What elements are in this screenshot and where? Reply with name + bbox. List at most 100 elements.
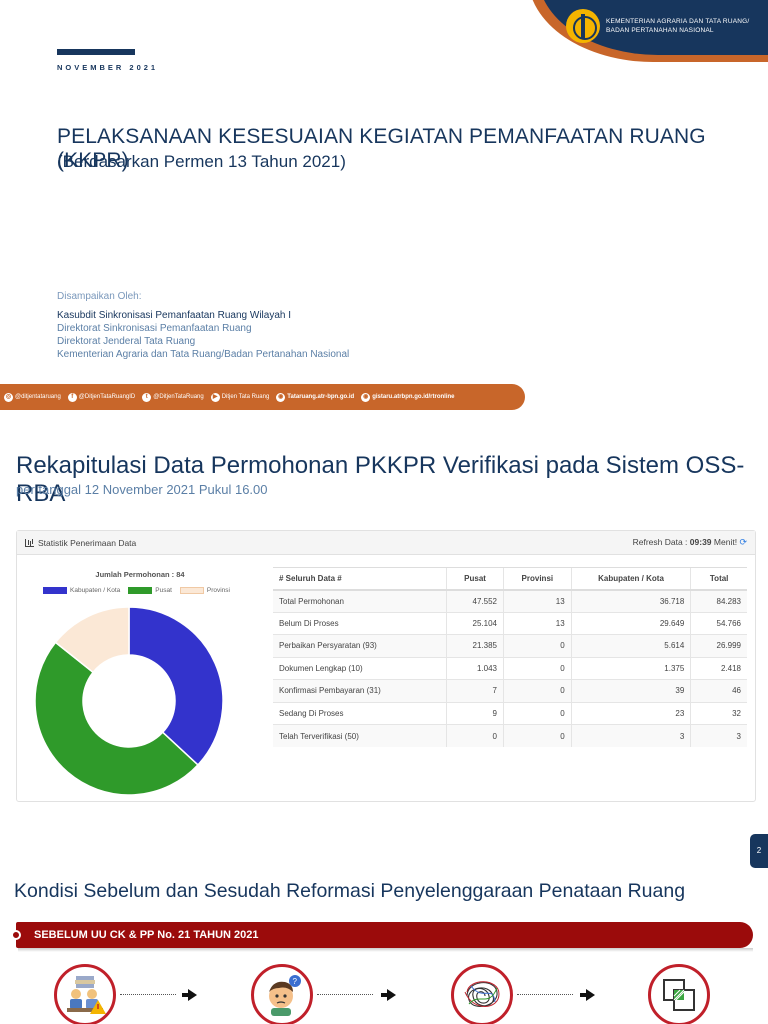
- table-cell: 0: [503, 679, 572, 702]
- reform-slide: Kondisi Sebelum dan Sesudah Reformasi Pe…: [0, 868, 768, 1024]
- table-cell: 0: [503, 634, 572, 657]
- svg-text:?: ?: [293, 977, 298, 986]
- table-row: Dokumen Lengkap (10) 1.043 0 1.375 2.418: [273, 656, 747, 680]
- logo-text-line2: BADAN PERTANAHAN NASIONAL: [606, 27, 714, 34]
- donut-svg: [35, 606, 224, 796]
- before-banner: SEBELUM UU CK & PP No. 21 TAHUN 2021: [11, 922, 753, 948]
- statistics-panel: Statistik Penerimaan Data Refresh Data :…: [16, 530, 756, 802]
- table-cell: 5.614: [570, 634, 691, 657]
- presentation-date: NOVEMBER 2021: [57, 63, 159, 72]
- ministry-logo-block: KEMENTERIAN AGRARIA DAN TATA RUANG/ BADA…: [538, 0, 768, 52]
- bar-chart-icon: [25, 538, 34, 547]
- table-row: Telah Terverifikasi (50) 0 0 3 3: [273, 724, 747, 747]
- data-table: # Seluruh Data # Pusat Provinsi Kabupate…: [273, 567, 747, 747]
- confused-person-icon: ?: [251, 964, 313, 1024]
- overlapping-squares-icon: [648, 964, 710, 1024]
- table-cell: 54.766: [690, 611, 747, 635]
- banner-shadow: [18, 948, 753, 952]
- social-text: Ditjen Tata Ruang: [221, 394, 270, 400]
- social-text: gistaru.atrbpn.go.id/rtronline: [372, 394, 455, 400]
- table-row: Konfirmasi Pembayaran (31) 7 0 39 46: [273, 679, 747, 702]
- table-header-row: # Seluruh Data # Pusat Provinsi Kabupate…: [273, 567, 747, 591]
- table-cell: 23: [570, 701, 691, 725]
- social-text: @DitjenTataRuang: [153, 394, 204, 400]
- table-row: Perbaikan Persyaratan (93) 21.385 0 5.614 26…: [273, 634, 747, 657]
- social-media-bar: ◎ @ditjentataruang f @DitjenTataRuangID t @…: [0, 384, 525, 410]
- table-cell: 7: [446, 679, 504, 702]
- row-label: Konfirmasi Pembayaran (31): [273, 679, 447, 702]
- social-facebook[interactable]: f @DitjenTataRuangID: [67, 392, 136, 402]
- presenter-line: Direktorat Jenderal Tata Ruang: [57, 336, 196, 347]
- cover-slide: KEMENTERIAN AGRARIA DAN TATA RUANG/ BADA…: [0, 0, 768, 412]
- column-header: # Seluruh Data #: [273, 567, 447, 591]
- refresh-label: Refresh Data :: [632, 537, 688, 547]
- banner-dot: [11, 930, 21, 940]
- workers-paperwork-icon: [54, 964, 116, 1024]
- twitter-icon: t: [142, 392, 152, 402]
- table-cell: 0: [503, 701, 572, 725]
- recap-slide: Rekapitulasi Data Permohonan PKKPR Verif…: [0, 440, 768, 868]
- row-label: Perbaikan Persyaratan (93): [273, 634, 447, 657]
- table-cell: 39: [570, 679, 691, 702]
- presenter-block: Disampaikan Oleh: Kasubdit Sinkronisasi …: [57, 290, 349, 361]
- presenter-line: Kementerian Agraria dan Tata Ruang/Badan…: [57, 349, 350, 360]
- recap-subtitle: per tanggal 12 November 2021 Pukul 16.00: [16, 482, 268, 497]
- flow-connector: [317, 994, 373, 995]
- table-cell: 9: [446, 701, 504, 725]
- social-youtube[interactable]: ▶ Ditjen Tata Ruang: [210, 392, 270, 402]
- table-row: Total Permohonan 47.552 13 36.718 84.283: [273, 589, 747, 612]
- cover-subtitle: (Berdasarkan Permen 13 Tahun 2021): [57, 152, 346, 171]
- presenter-line: Kasubdit Sinkronisasi Pemanfaatan Ruang …: [57, 310, 292, 321]
- panel-header: Statistik Penerimaan Data Refresh Data :…: [17, 531, 755, 555]
- table-row: Belum Di Proses 25.104 13 29.649 54.766: [273, 611, 747, 635]
- social-instagram[interactable]: ◎ @ditjentataruang: [4, 392, 61, 402]
- social-text: @DitjenTataRuangID: [78, 394, 136, 400]
- web-icon: ◉: [361, 392, 371, 402]
- table-cell: 0: [503, 724, 572, 747]
- column-header: Provinsi: [503, 567, 572, 591]
- table-cell: 21.385: [446, 634, 504, 657]
- table-cell: 3: [570, 724, 691, 747]
- row-label: Sedang Di Proses: [273, 701, 447, 725]
- social-twitter[interactable]: t @DitjenTataRuang: [142, 392, 204, 402]
- column-header: Kabupaten / Kota: [570, 567, 691, 591]
- web-icon: ◉: [276, 392, 286, 402]
- table-cell: 1.375: [570, 656, 691, 680]
- donut-chart: Jumlah Permohonan : 84 Kabupaten / Kota P…: [35, 567, 250, 797]
- table-cell: 47.552: [446, 589, 504, 612]
- flow-connector: [120, 994, 176, 995]
- row-label: Dokumen Lengkap (10): [273, 656, 447, 680]
- table-cell: 0: [446, 724, 504, 747]
- tangled-scribble-icon: [451, 964, 513, 1024]
- reform-title: Kondisi Sebelum dan Sesudah Reformasi Pe…: [14, 880, 686, 902]
- table-cell: 46: [690, 679, 747, 702]
- flow-connector: [517, 994, 573, 995]
- table-cell: 13: [503, 589, 572, 612]
- table-cell: 36.718: [570, 589, 691, 612]
- table-cell: 1.043: [446, 656, 504, 680]
- ministry-logo-icon: [566, 9, 600, 43]
- social-website[interactable]: ◉ Tataruang.atr-bpn.go.id: [276, 392, 354, 402]
- ministry-logo-text: KEMENTERIAN AGRARIA DAN TATA RUANG/ BADA…: [606, 17, 749, 35]
- refresh-icon[interactable]: ⟳: [739, 537, 747, 547]
- table-cell: 25.104: [446, 611, 504, 635]
- facebook-icon: f: [67, 392, 77, 402]
- table-cell: 29.649: [570, 611, 691, 635]
- table-cell: 2.418: [690, 656, 747, 680]
- row-label: Total Permohonan: [273, 589, 447, 612]
- table-cell: 32: [690, 701, 747, 725]
- presenter-line: Direktorat Sinkronisasi Pemanfaatan Ruan…: [57, 323, 252, 334]
- page-number-badge: 2: [750, 834, 768, 868]
- refresh-indicator[interactable]: Refresh Data : 09:39 Menit! ⟳: [633, 537, 747, 548]
- row-label: Telah Terverifikasi (50): [273, 724, 447, 747]
- column-header: Total: [690, 567, 747, 591]
- flow-arrow-icon: [182, 989, 197, 1001]
- row-label: Belum Di Proses: [273, 611, 447, 635]
- social-website[interactable]: ◉ gistaru.atrbpn.go.id/rtronline: [361, 392, 455, 402]
- panel-title: Statistik Penerimaan Data: [38, 537, 137, 548]
- donut-slice-kabupaten-kota[interactable]: [128, 606, 224, 766]
- youtube-icon: ▶: [210, 392, 220, 402]
- process-flow: ?: [0, 960, 768, 1024]
- table-cell: 26.999: [690, 634, 747, 657]
- date-accent-bar: [57, 49, 135, 55]
